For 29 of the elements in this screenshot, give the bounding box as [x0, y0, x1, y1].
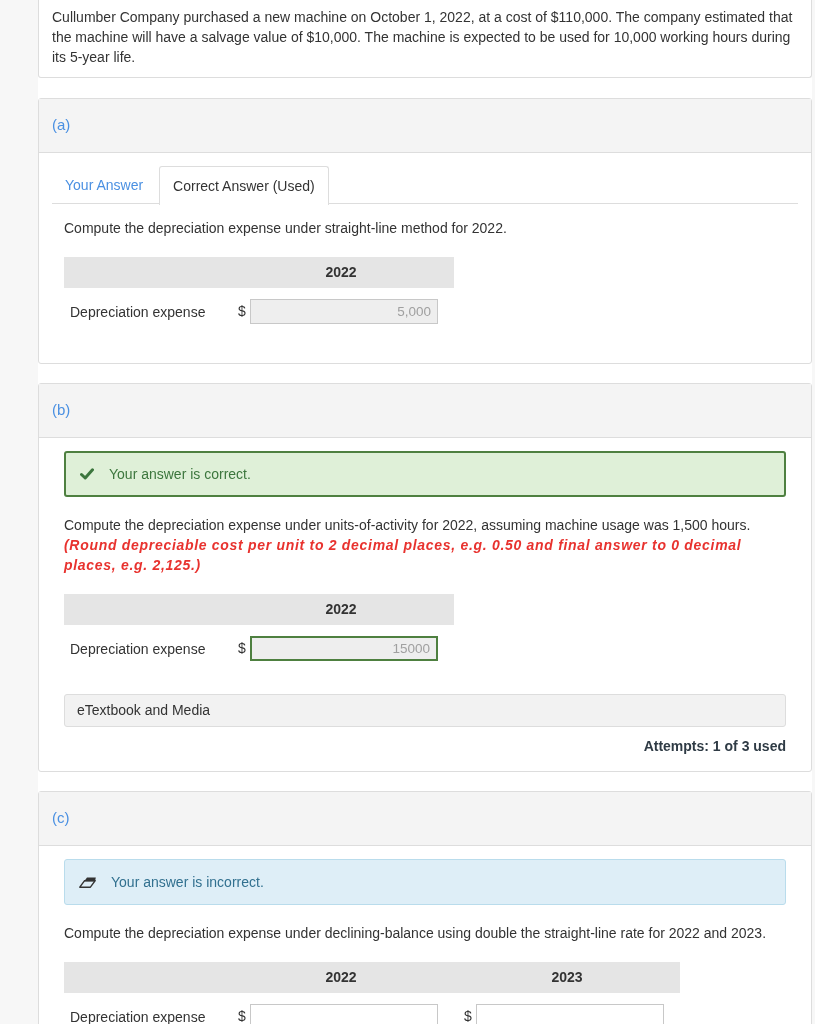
row-label: Depreciation expense [70, 303, 206, 320]
feedback-text: Your answer is correct. [109, 464, 251, 484]
row-label: Depreciation expense [70, 1008, 206, 1024]
answer-tab[interactable]: Correct Answer (Used) [159, 166, 329, 205]
answer-field[interactable] [476, 1004, 664, 1024]
rounding-instruction: (Round depreciable cost per unit to 2 decimal places, e.g. 0.50 and final answer to 0 decimal places, e.g. 2,125.) [64, 536, 743, 575]
question-text: Compute the depreciation expense under straight-line method for 2022. [64, 219, 508, 238]
eraser-icon [79, 876, 96, 888]
currency-symbol: $ [238, 639, 246, 658]
answer-field[interactable] [250, 1004, 438, 1024]
part-label: (a) [52, 115, 71, 136]
currency-symbol: $ [238, 1007, 246, 1024]
currency-symbol: $ [464, 1007, 472, 1024]
column-header: 2023 [551, 968, 583, 987]
column-header: 2022 [325, 968, 357, 987]
feedback-text: Your answer is incorrect. [111, 872, 264, 892]
check-icon [80, 468, 94, 480]
part-label: (b) [52, 400, 71, 421]
answer-tab[interactable]: Your Answer [52, 166, 157, 205]
row-label: Depreciation expense [70, 640, 206, 657]
etextbook-media-toggle[interactable]: eTextbook and Media [64, 694, 786, 727]
attempts-text: Attempts: 1 of 3 used [643, 737, 786, 756]
currency-symbol: $ [238, 302, 246, 321]
column-header: 2022 [325, 263, 357, 282]
question-text: Compute the depreciation expense under units-of-activity for 2022, assuming machine usage was 1,500 hours. [64, 516, 752, 535]
part-label: (c) [52, 808, 70, 829]
question-text: Compute the depreciation expense under declining-balance using double the straight-line rate for 2022 and 2023. [64, 924, 768, 943]
problem-text: Cullumber Company purchased a new machine on October 1, 2022, at a cost of $110,000. The company estimated that the machine will have a salvage value of $10,000. The machine is expected to be used for 10,000 working hours during its 5-year life. [52, 8, 794, 67]
column-header: 2022 [325, 600, 357, 619]
